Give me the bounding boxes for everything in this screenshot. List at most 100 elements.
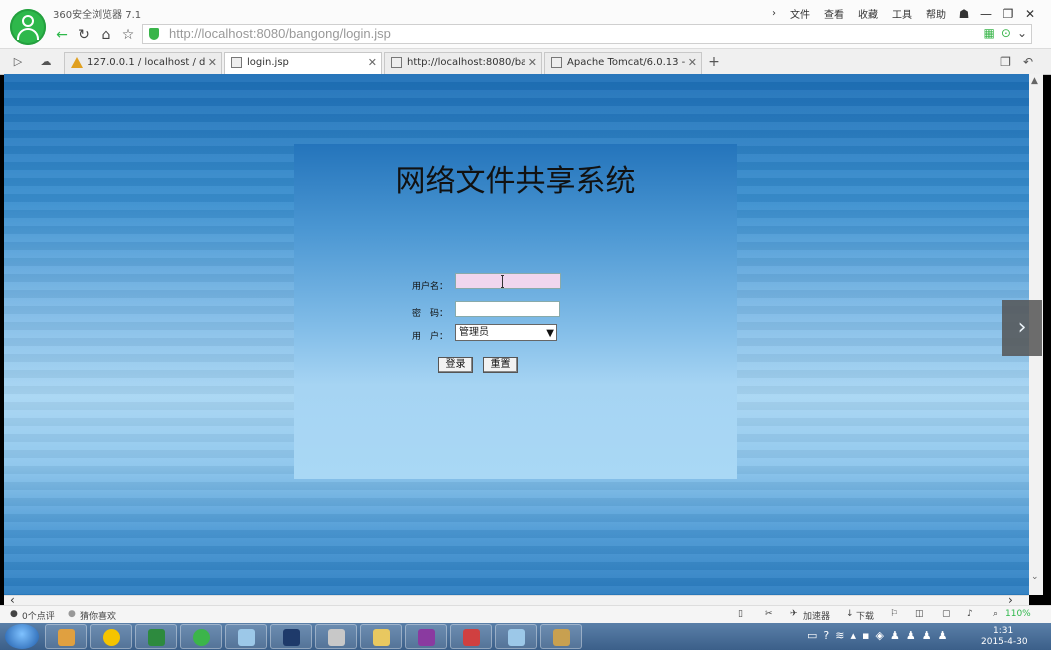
taskbar-app-excel[interactable] <box>135 624 177 649</box>
refresh-icon[interactable]: ↻ <box>74 25 94 45</box>
usertype-select[interactable]: 管理员 ▼ <box>455 324 557 341</box>
menu-item-tools[interactable]: 工具 <box>885 4 919 23</box>
reset-button[interactable]: 重置 <box>483 357 518 373</box>
login-button[interactable]: 登录 <box>438 357 473 373</box>
tab-phpmyadmin[interactable]: 127.0.0.1 / localhost / db_to ✕ <box>64 52 222 74</box>
status-bar: ● 0个点评 ● 猜你喜欢 ▯ ✂ ✈ 加速器 ↓ 下载 ⚐ ◫ ▢ ♪ ⌕ 1… <box>0 605 1051 624</box>
volume-icon[interactable]: ♪ <box>967 609 973 619</box>
browser-title-bar: 360安全浏览器 7.1 › 文件 查看 收藏 工具 帮助 ☗ — ❐ ✕ ← … <box>0 0 1051 49</box>
minimize-button[interactable]: — <box>975 7 997 21</box>
menu-item-file[interactable]: 文件 <box>783 4 817 23</box>
help-icon[interactable]: ? <box>823 629 829 642</box>
tab-bar: ▷ ☁ 127.0.0.1 / localhost / db_to ✕ logi… <box>0 49 1051 75</box>
cloud-icon[interactable]: ☁ <box>38 54 54 70</box>
taskbar-app-qq-music[interactable] <box>90 624 132 649</box>
next-page-arrow-button[interactable]: › <box>1002 300 1042 356</box>
excel-icon <box>148 629 165 646</box>
menu-item-favorites[interactable]: 收藏 <box>851 4 885 23</box>
wifi-icon[interactable]: ≋ <box>835 629 844 642</box>
comments-count[interactable]: 0个点评 <box>22 609 55 622</box>
recommend-link[interactable]: 猜你喜欢 <box>80 609 116 622</box>
comment-icon[interactable]: ● <box>10 609 18 619</box>
clock-time[interactable]: 1:31 <box>993 626 1013 636</box>
qq-icon[interactable]: ♟ <box>906 629 916 642</box>
home-icon[interactable]: ⌂ <box>96 25 116 45</box>
favorite-star-icon[interactable]: ☆ <box>118 25 138 45</box>
taskbar-app-notepad[interactable] <box>225 624 267 649</box>
address-dropdown-icon[interactable]: ⌄ <box>1017 26 1027 40</box>
address-host: http://localhost <box>169 26 253 41</box>
download-button[interactable]: 下载 <box>856 609 874 622</box>
capture-icon[interactable]: ✂ <box>765 609 773 619</box>
qq-icon[interactable]: ♟ <box>890 629 900 642</box>
tab-close-icon[interactable]: ✕ <box>368 53 377 73</box>
taskbar-app-360-browser[interactable] <box>180 624 222 649</box>
tab-list-icon[interactable]: ❐ <box>1000 55 1011 69</box>
flag-icon[interactable]: ⚐ <box>890 609 898 619</box>
usertype-selected-value: 管理员 <box>459 327 489 338</box>
password-input[interactable] <box>455 301 560 317</box>
tab-label: Apache Tomcat/6.0.13 - Erro <box>567 57 685 68</box>
taskbar-app-myeclipse[interactable] <box>270 624 312 649</box>
taskbar-app-network[interactable] <box>315 624 357 649</box>
security-shield-icon <box>149 28 159 40</box>
tab-close-icon[interactable]: ✕ <box>208 53 217 73</box>
keyboard-icon[interactable]: ▭ <box>807 629 817 642</box>
navigation-row: ← ↻ ⌂ ☆ http://localhost:8080/bangong/lo… <box>52 24 1037 46</box>
start-button[interactable] <box>5 624 39 649</box>
tab-close-icon[interactable]: ✕ <box>528 53 537 73</box>
menu-bar: › 文件 查看 收藏 工具 帮助 ☗ — ❐ ✕ <box>765 4 1041 23</box>
tab-login-jsp[interactable]: login.jsp ✕ <box>224 52 382 75</box>
accelerator-icon: ✈ <box>790 609 798 619</box>
back-arrow-icon[interactable]: ← <box>52 25 72 45</box>
undo-close-icon[interactable]: ↶ <box>1023 55 1033 69</box>
notepad-icon <box>508 629 525 646</box>
maximize-button[interactable]: ❐ <box>997 7 1019 21</box>
app-title: 360安全浏览器 7.1 <box>53 10 142 21</box>
taskbar-app-notepad2[interactable] <box>495 624 537 649</box>
tray-expand-icon[interactable]: ▴ <box>850 629 856 642</box>
skin-icon[interactable]: ☗ <box>953 7 975 21</box>
window-icon[interactable]: ◫ <box>915 609 924 619</box>
speed-mode-icon[interactable]: ⊙ <box>1001 26 1011 40</box>
qq-icon[interactable]: ♟ <box>938 629 948 642</box>
tab-close-icon[interactable]: ✕ <box>688 53 697 73</box>
network-icon[interactable]: ▪ <box>862 629 869 642</box>
new-tab-button[interactable]: + <box>706 53 722 71</box>
scroll-down-icon[interactable]: ⌄ <box>1031 572 1039 582</box>
page-favicon-icon <box>391 57 402 68</box>
username-label: 用户名： <box>412 282 449 292</box>
tab-label: http://localhost:8080/bangor <box>407 57 525 68</box>
taskbar-app-image[interactable] <box>540 624 582 649</box>
address-path: :8080/bangong/login.jsp <box>252 26 391 41</box>
ide-icon <box>283 629 300 646</box>
browser-app-icon <box>193 629 210 646</box>
tab-localhost-bangong[interactable]: http://localhost:8080/bangor ✕ <box>384 52 542 74</box>
menu-item-view[interactable]: 查看 <box>817 4 851 23</box>
restore-icon[interactable]: ▢ <box>942 609 951 619</box>
password-label: 密 码： <box>412 309 449 319</box>
sidebar-toggle-icon[interactable]: ▷ <box>10 54 26 70</box>
taskbar-app-winrar[interactable] <box>405 624 447 649</box>
tab-tomcat-error[interactable]: Apache Tomcat/6.0.13 - Erro ✕ <box>544 52 702 74</box>
menu-chevron-icon[interactable]: › <box>765 6 783 21</box>
username-input[interactable] <box>455 273 561 289</box>
scroll-up-icon[interactable]: ▲ <box>1031 76 1038 86</box>
shield-tray-icon[interactable]: ◈ <box>875 629 883 642</box>
phone-icon[interactable]: ▯ <box>738 609 743 619</box>
taskbar-app-search[interactable] <box>45 624 87 649</box>
accelerator-button[interactable]: 加速器 <box>803 609 830 622</box>
address-bar[interactable]: http://localhost:8080/bangong/login.jsp … <box>142 24 1032 44</box>
browser-logo-icon[interactable] <box>10 9 46 45</box>
recommend-icon: ● <box>68 609 76 619</box>
menu-item-help[interactable]: 帮助 <box>919 4 953 23</box>
zoom-level[interactable]: 110% <box>1005 609 1031 619</box>
address-text[interactable]: http://localhost:8080/bangong/login.jsp <box>169 26 391 41</box>
clock-date[interactable]: 2015-4-30 <box>981 637 1028 647</box>
compat-mode-icon[interactable]: ▦ <box>984 26 995 40</box>
taskbar-app-eraser[interactable] <box>450 624 492 649</box>
close-window-button[interactable]: ✕ <box>1019 7 1041 21</box>
qq-icon[interactable]: ♟ <box>922 629 932 642</box>
taskbar-app-explorer[interactable] <box>360 624 402 649</box>
search-app-icon <box>58 629 75 646</box>
